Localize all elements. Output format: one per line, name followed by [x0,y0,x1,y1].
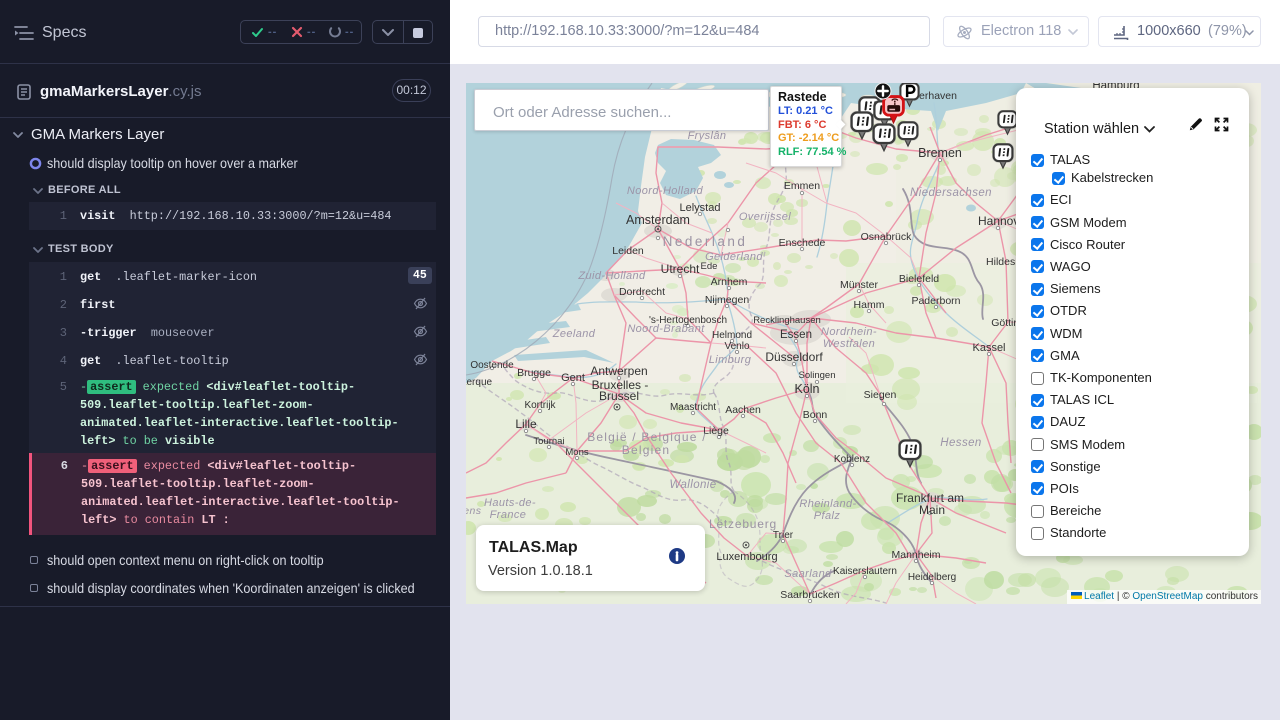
svg-text:Hamm: Hamm [854,299,885,311]
svg-text:Nederland: Nederland [663,234,748,249]
svg-text:Aachen: Aachen [725,404,761,416]
svg-text:Venlo: Venlo [724,341,749,352]
svg-text:Mannheim: Mannheim [891,549,940,561]
svg-text:Siegen: Siegen [864,389,897,401]
svg-text:Essen: Essen [780,329,812,341]
svg-text:Kortrijk: Kortrijk [524,400,556,411]
svg-text:Niedersachsen: Niedersachsen [910,187,992,199]
svg-text:France: France [490,509,527,521]
svg-text:Brugge: Brugge [517,367,551,379]
svg-text:Trier: Trier [773,530,794,541]
svg-text:Mons: Mons [565,447,588,458]
svg-text:Liège: Liège [703,425,729,437]
svg-text:Koblenz: Koblenz [834,454,870,465]
svg-text:Bielefeld: Bielefeld [899,273,939,285]
svg-text:Oostende: Oostende [470,360,514,371]
svg-text:Westfalen: Westfalen [823,338,875,350]
svg-text:Arnhem: Arnhem [711,276,748,288]
svg-text:iens: iens [466,505,482,517]
svg-text:Heidelberg: Heidelberg [908,572,956,583]
svg-text:nkerque: nkerque [466,377,493,388]
svg-text:Recklinghausen: Recklinghausen [753,315,821,326]
svg-text:Hessen: Hessen [940,437,981,449]
svg-text:Kassel: Kassel [972,342,1005,354]
svg-text:Rheinland-: Rheinland- [799,498,856,510]
svg-text:Dordrecht: Dordrecht [619,286,665,298]
svg-text:Nordrhein-: Nordrhein- [821,326,877,338]
svg-text:Main: Main [919,503,945,517]
svg-text:Amsterdam: Amsterdam [626,213,690,227]
svg-text:Noord-Brabant: Noord-Brabant [627,323,705,335]
svg-text:Luxembourg: Luxembourg [716,551,777,563]
svg-text:Hauts-de-: Hauts-de- [484,497,536,509]
svg-text:Leiden: Leiden [612,245,644,257]
svg-text:Tournai: Tournai [533,436,564,447]
svg-text:Antwerpen: Antwerpen [590,364,647,378]
svg-text:Noord-Holland: Noord-Holland [627,185,704,197]
svg-text:Gent: Gent [561,372,585,384]
svg-text:Utrecht: Utrecht [661,262,700,276]
svg-text:Saarbrücken: Saarbrücken [780,589,840,601]
svg-text:Wallonie: Wallonie [669,479,716,491]
svg-text:Osnabrück: Osnabrück [861,231,913,243]
svg-text:Belgien: Belgien [622,443,670,457]
svg-text:Brussel: Brussel [599,389,639,403]
svg-text:Münster: Münster [840,279,878,291]
svg-text:Bonn: Bonn [803,409,828,421]
svg-text:Düsseldorf: Düsseldorf [765,350,823,364]
svg-text:Emmen: Emmen [784,180,820,192]
svg-text:Fryslân: Fryslân [688,130,727,142]
svg-text:Gelderland: Gelderland [705,251,763,263]
svg-text:Limburg: Limburg [709,354,752,366]
svg-text:Lëtzebuerg: Lëtzebuerg [709,517,777,531]
svg-text:Nijmegen: Nijmegen [705,294,750,306]
svg-text:Paderborn: Paderborn [911,295,960,307]
svg-text:Saarland: Saarland [784,568,832,580]
svg-text:Kaiserslautern: Kaiserslautern [833,566,897,577]
svg-text:Solingen: Solingen [799,370,836,381]
svg-text:Overijssel: Overijssel [739,211,791,223]
svg-text:Köln: Köln [794,382,819,396]
svg-text:België / Belgique /: België / Belgique / [587,430,707,444]
svg-text:Lelystad: Lelystad [680,202,721,214]
svg-text:Bremen: Bremen [918,146,962,160]
svg-text:Lille: Lille [515,417,537,431]
svg-text:Pfalz: Pfalz [814,510,841,522]
svg-text:Maastricht: Maastricht [670,402,716,413]
svg-text:erhaven: erhaven [919,90,957,102]
svg-text:Zeeland: Zeeland [552,328,596,340]
svg-text:Zuid-Holland: Zuid-Holland [577,270,646,282]
svg-text:Enschede: Enschede [779,237,826,249]
svg-text:Helmond: Helmond [712,330,752,341]
